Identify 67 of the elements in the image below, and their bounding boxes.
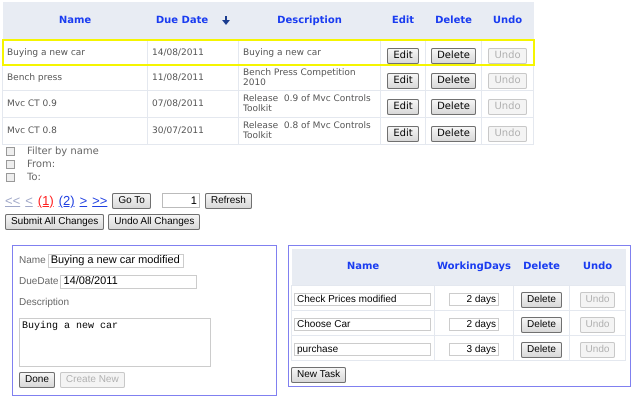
delete-button[interactable]: Delete	[431, 126, 476, 142]
due-date-field[interactable]: 14/08/2011	[60, 274, 198, 288]
delete-button[interactable]: Delete	[521, 292, 562, 308]
go-to-button[interactable]: Go To	[112, 192, 151, 209]
page-link[interactable]: (1)	[38, 191, 54, 210]
delete-button[interactable]: Delete	[521, 316, 562, 332]
table-row[interactable]: Bench press 11/08/2011 Bench Press Competition 2010 Edit Delete Undo	[2, 65, 534, 90]
table-cell: Buying a new car	[243, 48, 321, 58]
column-header[interactable]: Description	[277, 13, 342, 28]
field-label: DueDate	[19, 275, 58, 289]
edit-button[interactable]: Edit	[387, 98, 419, 114]
page-link[interactable]: >>	[92, 191, 108, 210]
delete-button[interactable]: Delete	[431, 72, 476, 88]
delete-button[interactable]: Delete	[431, 98, 476, 114]
checkbox[interactable]	[6, 160, 15, 169]
table-cell: Mvc CT 0.8	[7, 126, 57, 136]
edit-button[interactable]: Edit	[387, 48, 419, 64]
refresh-button[interactable]: Refresh	[204, 192, 252, 209]
action-button[interactable]: Submit All Changes	[5, 214, 104, 230]
table-cell: 11/08/2011	[152, 72, 204, 82]
column-header: Undo	[582, 261, 612, 272]
table-cell: 14/08/2011	[152, 48, 204, 58]
delete-button[interactable]: Delete	[431, 48, 476, 64]
column-header[interactable]: Undo	[492, 13, 522, 28]
description-field[interactable]: Buying a new car	[19, 318, 211, 367]
table-cell: Buying a new car	[7, 48, 85, 58]
column-header[interactable]: Name	[58, 13, 92, 28]
task-name-field[interactable]: Check Prices modified	[294, 292, 431, 306]
field-label: Name	[19, 254, 46, 268]
action-button[interactable]: Undo All Changes	[108, 214, 200, 230]
table-cell: 30/07/2011	[152, 126, 204, 136]
task-name-field[interactable]: purchase	[294, 342, 431, 356]
table-cell-text: Release 0.9 of Mvc Controls Toolkit	[243, 94, 372, 114]
new-task-button[interactable]: New Task	[291, 366, 346, 382]
checkbox[interactable]	[6, 147, 15, 156]
sort-down-arrow-icon[interactable]	[222, 16, 230, 26]
table-row[interactable]: Mvc CT 0.8 30/07/2011 Release 0.8 of Mvc Controls Toolkit Edit Delete Undo	[2, 117, 534, 144]
working-days-field[interactable]: 2 days	[449, 292, 499, 306]
edit-button[interactable]: Edit	[387, 72, 419, 88]
name-field[interactable]: Buying a new car modified	[48, 254, 184, 268]
column-header[interactable]: Delete	[435, 13, 472, 28]
column-header: Delete	[523, 261, 560, 272]
table-cell-text: Bench Press Competition 2010	[243, 68, 357, 88]
table-row[interactable]: Mvc CT 0.9 07/08/2011 Release 0.9 of Mvc Controls Toolkit Edit Delete Undo	[2, 90, 534, 117]
field-label: Description	[19, 296, 70, 310]
table-row[interactable]: Buying a new car 14/08/2011 Buying a new car Edit Delete Undo	[2, 40, 534, 65]
filter-label: From:	[27, 158, 56, 172]
column-header[interactable]: Due Date	[156, 13, 208, 28]
page-link[interactable]: >	[80, 191, 88, 210]
edit-button[interactable]: Edit	[387, 126, 419, 142]
form-button[interactable]: Done	[19, 372, 55, 388]
table-cell: Bench press	[7, 72, 62, 82]
checkbox[interactable]	[6, 173, 15, 182]
page-number-field[interactable]: 1	[162, 193, 200, 208]
page-link[interactable]: (2)	[58, 191, 75, 210]
working-days-field[interactable]: 2 days	[449, 318, 499, 330]
table-cell-text: Release 0.8 of Mvc Controls Toolkit	[243, 120, 372, 140]
task-name-field[interactable]: Choose Car	[294, 318, 431, 330]
working-days-field[interactable]: 3 days	[449, 342, 499, 356]
table-cell: Mvc CT 0.9	[7, 98, 57, 108]
table-cell: 07/08/2011	[152, 98, 204, 108]
delete-button[interactable]: Delete	[521, 342, 562, 358]
column-header: Name	[346, 261, 380, 272]
column-header: WorkingDays	[436, 261, 512, 272]
column-header[interactable]: Edit	[392, 13, 414, 28]
filter-label: To:	[27, 171, 41, 185]
filter-label: Filter by name	[27, 145, 99, 159]
